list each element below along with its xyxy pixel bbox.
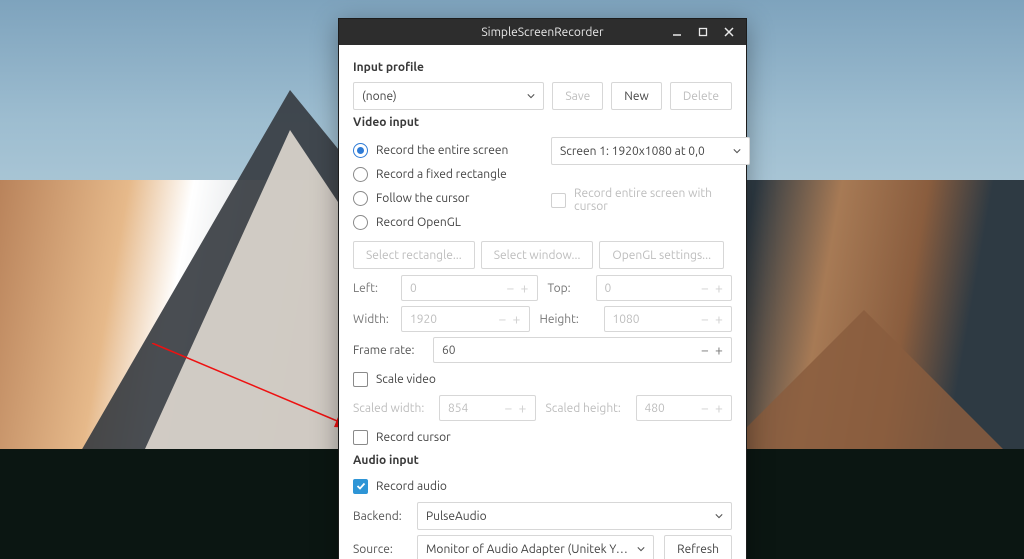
framerate-spinner[interactable]: 60 −+ (433, 337, 732, 363)
input-profile-select[interactable]: (none) (353, 82, 544, 110)
maximize-icon[interactable] (690, 21, 716, 43)
radio-record-entire[interactable]: Record the entire screen (353, 139, 533, 161)
radio-label: Record the entire screen (376, 144, 508, 157)
radio-icon (353, 143, 368, 158)
plus-icon[interactable]: + (713, 280, 725, 296)
chevron-down-icon (637, 545, 645, 553)
scaled-height-spinner[interactable]: 480 −+ (636, 395, 733, 421)
top-spinner[interactable]: 0 −+ (596, 275, 733, 301)
minus-icon[interactable]: − (505, 280, 517, 296)
left-value: 0 (402, 282, 505, 295)
delete-button[interactable]: Delete (670, 82, 732, 110)
plus-icon[interactable]: + (713, 311, 725, 327)
height-spinner[interactable]: 1080 −+ (604, 306, 733, 332)
radio-label: Follow the cursor (376, 192, 469, 205)
framerate-label: Frame rate: (353, 344, 423, 357)
chevron-down-icon (733, 147, 741, 155)
width-spinner[interactable]: 1920 −+ (401, 306, 530, 332)
width-value: 1920 (402, 313, 497, 326)
plus-icon[interactable]: + (511, 311, 523, 327)
new-button[interactable]: New (611, 82, 662, 110)
left-spinner[interactable]: 0 −+ (401, 275, 538, 301)
checkbox-label: Record audio (376, 480, 447, 493)
source-value: Monitor of Audio Adapter (Unitek Y-247A)… (426, 543, 631, 556)
checkbox-entire-with-cursor: Record entire screen with cursor (551, 189, 732, 211)
radio-icon (353, 191, 368, 206)
scaled-height-value: 480 (637, 402, 700, 415)
chevron-down-icon (527, 92, 535, 100)
input-profile-heading: Input profile (353, 61, 732, 74)
source-label: Source: (353, 543, 407, 556)
save-button[interactable]: Save (552, 82, 603, 110)
select-window-button[interactable]: Select window... (481, 241, 594, 269)
checkbox-scale-video[interactable]: Scale video (353, 368, 732, 390)
scaled-width-spinner[interactable]: 854 −+ (439, 395, 536, 421)
checkbox-label: Record cursor (376, 431, 451, 444)
scaled-width-label: Scaled width: (353, 402, 429, 415)
scaled-width-value: 854 (440, 402, 503, 415)
select-rectangle-button[interactable]: Select rectangle... (353, 241, 475, 269)
titlebar[interactable]: SimpleScreenRecorder (339, 19, 746, 45)
opengl-settings-button[interactable]: OpenGL settings... (599, 241, 724, 269)
app-window: SimpleScreenRecorder Input profile (none… (338, 18, 747, 559)
left-label: Left: (353, 282, 391, 295)
radio-follow-cursor[interactable]: Follow the cursor (353, 187, 533, 209)
scaled-height-label: Scaled height: (546, 402, 626, 415)
video-input-heading: Video input (353, 116, 732, 129)
backend-label: Backend: (353, 510, 407, 523)
audio-input-heading: Audio input (353, 454, 732, 467)
checkbox-icon (353, 479, 368, 494)
radio-label: Record a fixed rectangle (376, 168, 507, 181)
top-value: 0 (597, 282, 700, 295)
plus-icon[interactable]: + (713, 400, 725, 416)
checkbox-record-audio[interactable]: Record audio (353, 475, 732, 497)
width-label: Width: (353, 313, 391, 326)
height-label: Height: (540, 313, 594, 326)
checkbox-icon (353, 430, 368, 445)
window-title: SimpleScreenRecorder (481, 26, 603, 39)
minus-icon[interactable]: − (497, 311, 509, 327)
radio-record-rect[interactable]: Record a fixed rectangle (353, 163, 533, 185)
desktop-background: SimpleScreenRecorder Input profile (none… (0, 0, 1024, 559)
checkbox-label: Scale video (376, 373, 436, 386)
radio-record-opengl[interactable]: Record OpenGL (353, 211, 533, 233)
framerate-value: 60 (434, 344, 699, 357)
minus-icon[interactable]: − (699, 280, 711, 296)
radio-label: Record OpenGL (376, 216, 461, 229)
radio-icon (353, 167, 368, 182)
minus-icon[interactable]: − (503, 400, 515, 416)
plus-icon[interactable]: + (713, 342, 725, 358)
refresh-button[interactable]: Refresh (664, 535, 732, 559)
minimize-icon[interactable] (664, 21, 690, 43)
minus-icon[interactable]: − (699, 311, 711, 327)
height-value: 1080 (605, 313, 700, 326)
close-icon[interactable] (716, 21, 742, 43)
chevron-down-icon (715, 512, 723, 520)
plus-icon[interactable]: + (519, 280, 531, 296)
checkbox-record-cursor[interactable]: Record cursor (353, 426, 732, 448)
screen-select[interactable]: Screen 1: 1920x1080 at 0,0 (551, 137, 750, 165)
checkbox-icon (551, 193, 566, 208)
source-select[interactable]: Monitor of Audio Adapter (Unitek Y-247A)… (417, 535, 654, 559)
input-profile-value: (none) (362, 90, 397, 103)
radio-icon (353, 215, 368, 230)
checkbox-icon (353, 372, 368, 387)
top-label: Top: (548, 282, 586, 295)
plus-icon[interactable]: + (517, 400, 529, 416)
backend-value: PulseAudio (426, 510, 487, 523)
screen-select-value: Screen 1: 1920x1080 at 0,0 (560, 145, 705, 158)
minus-icon[interactable]: − (699, 400, 711, 416)
minus-icon[interactable]: − (699, 342, 711, 358)
checkbox-label: Record entire screen with cursor (574, 187, 732, 213)
backend-select[interactable]: PulseAudio (417, 502, 732, 530)
